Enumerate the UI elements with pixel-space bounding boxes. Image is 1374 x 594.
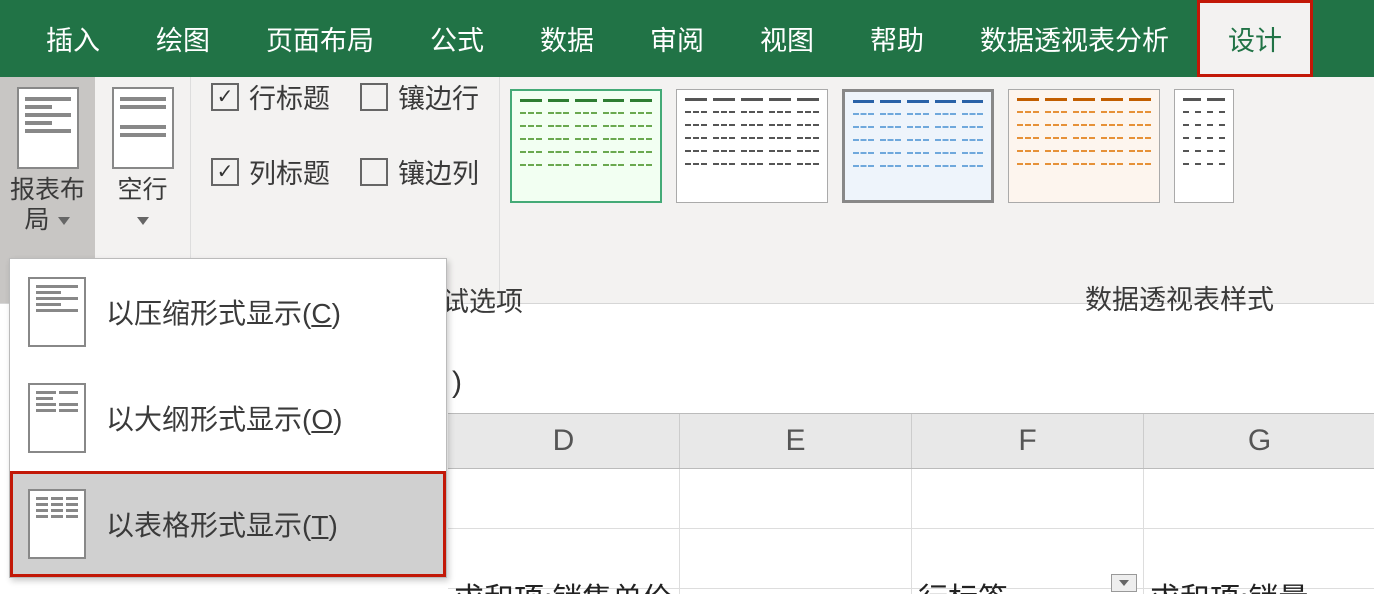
checkbox-checked-icon: ✓ xyxy=(211,83,239,111)
row-headers-checkbox[interactable]: ✓ 行标题 xyxy=(211,77,330,116)
tab-data[interactable]: 数据 xyxy=(512,0,622,77)
style-thumb-2[interactable] xyxy=(676,89,828,203)
tab-formulas[interactable]: 公式 xyxy=(402,0,512,77)
menu-tabular-form[interactable]: 以表格形式显示(T) xyxy=(10,471,446,577)
cell-sum-price[interactable]: 求和项:销售单价 xyxy=(448,574,680,594)
styles-group xyxy=(499,77,1374,303)
cell-empty[interactable] xyxy=(680,574,912,594)
banded-rows-checkbox[interactable]: 镶边行 xyxy=(360,77,479,116)
menu-compact-label: 以压缩形式显示(C) xyxy=(106,292,341,332)
col-header-f[interactable]: F xyxy=(912,414,1144,468)
spreadsheet: D E F G xyxy=(448,413,1374,589)
style-thumb-4[interactable] xyxy=(1008,89,1160,203)
menu-tabular-label: 以表格形式显示(T) xyxy=(106,504,338,544)
outline-form-icon xyxy=(28,383,86,453)
menu-outline-label: 以大纲形式显示(O) xyxy=(106,398,342,438)
style-thumb-3[interactable] xyxy=(842,89,994,203)
report-layout-label: 报表布局 xyxy=(10,176,85,234)
cell[interactable] xyxy=(680,469,912,529)
tabular-form-icon xyxy=(28,489,86,559)
formula-bar-fragment: ) xyxy=(452,366,462,400)
blank-rows-label: 空行 xyxy=(117,176,167,204)
tab-design[interactable]: 设计 xyxy=(1197,0,1313,77)
col-headers-checkbox[interactable]: ✓ 列标题 xyxy=(211,152,330,191)
tab-review[interactable]: 审阅 xyxy=(622,0,732,77)
styles-group-label: 数据透视表样式 xyxy=(1085,278,1274,317)
report-layout-icon xyxy=(17,87,79,169)
tab-draw[interactable]: 绘图 xyxy=(128,0,238,77)
row-headers-label: 行标题 xyxy=(249,77,330,116)
blank-rows-icon xyxy=(112,87,174,169)
tab-pivot-analyze[interactable]: 数据透视表分析 xyxy=(952,0,1197,77)
cell-sum-qty[interactable]: 求和项:销量 xyxy=(1144,574,1374,594)
report-layout-menu: 以压缩形式显示(C) 以大纲形式显示(O) 以表格形式显示(T) xyxy=(9,258,447,578)
column-headers: D E F G xyxy=(448,413,1374,469)
style-gallery xyxy=(500,77,1374,203)
banded-rows-label: 镶边行 xyxy=(398,77,479,116)
cell[interactable] xyxy=(448,469,680,529)
checkbox-unchecked-icon xyxy=(360,83,388,111)
checkbox-unchecked-icon xyxy=(360,158,388,186)
checkbox-checked-icon: ✓ xyxy=(211,158,239,186)
menu-compact-form[interactable]: 以压缩形式显示(C) xyxy=(10,259,446,365)
style-thumb-1[interactable] xyxy=(510,89,662,203)
tab-help[interactable]: 帮助 xyxy=(842,0,952,77)
row-labels-text: 行标签 xyxy=(918,574,1008,594)
menu-outline-form[interactable]: 以大纲形式显示(O) xyxy=(10,365,446,471)
ribbon-tabs: 插入 绘图 页面布局 公式 数据 审阅 视图 帮助 数据透视表分析 设计 xyxy=(0,0,1374,77)
chevron-down-icon xyxy=(56,206,70,234)
compact-form-icon xyxy=(28,277,86,347)
partial-data-row: 求和项:销售单价 行标签 求和项:销量 xyxy=(448,574,1374,594)
tab-page-layout[interactable]: 页面布局 xyxy=(238,0,402,77)
cell-row-labels[interactable]: 行标签 xyxy=(912,574,1144,594)
banded-cols-label: 镶边列 xyxy=(398,152,479,191)
cell[interactable] xyxy=(1144,469,1374,529)
empty-row xyxy=(448,469,1374,529)
filter-dropdown-icon[interactable] xyxy=(1111,574,1137,592)
cell[interactable] xyxy=(912,469,1144,529)
chevron-down-icon xyxy=(135,206,149,234)
tab-insert[interactable]: 插入 xyxy=(18,0,128,77)
col-headers-label: 列标题 xyxy=(249,152,330,191)
tab-view[interactable]: 视图 xyxy=(732,0,842,77)
col-header-e[interactable]: E xyxy=(680,414,912,468)
col-header-g[interactable]: G xyxy=(1144,414,1374,468)
style-options-label-fragment: 试选项 xyxy=(442,280,523,319)
style-thumb-5[interactable] xyxy=(1174,89,1234,203)
col-header-d[interactable]: D xyxy=(448,414,680,468)
banded-cols-checkbox[interactable]: 镶边列 xyxy=(360,152,479,191)
